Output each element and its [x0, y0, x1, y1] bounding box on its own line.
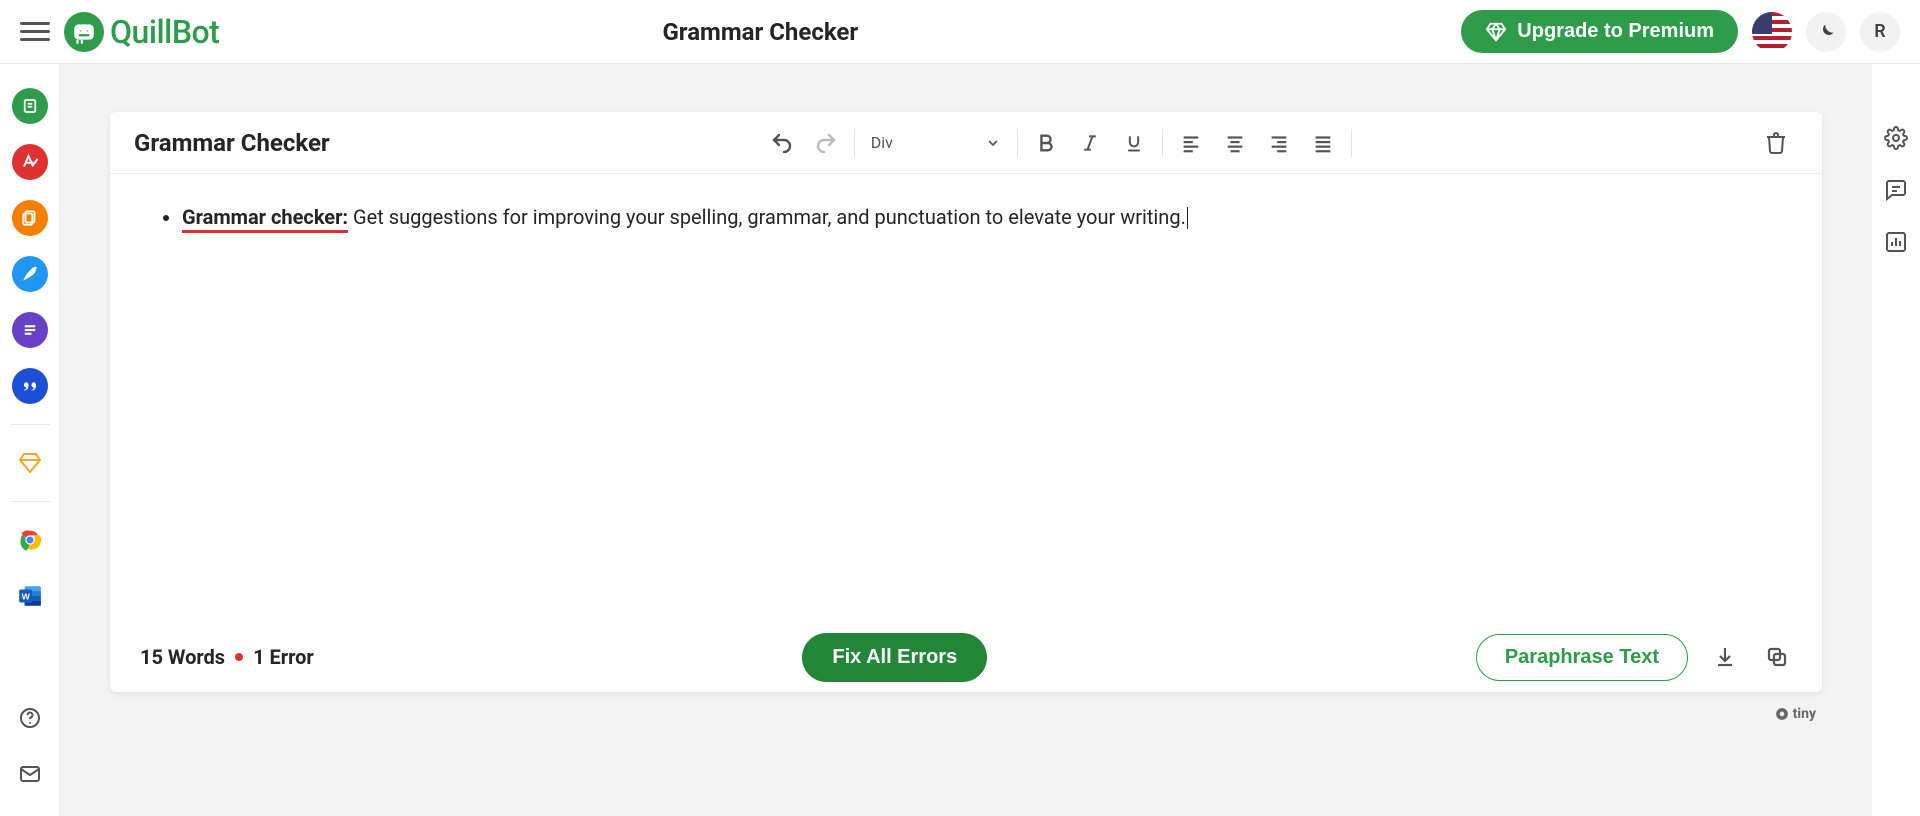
editor-textarea[interactable]: Grammar checker: Get suggestions for imp…	[110, 174, 1822, 622]
copy-button[interactable]	[1762, 642, 1792, 672]
word-count: 15 Words	[140, 645, 225, 669]
language-flag-button[interactable]	[1752, 12, 1792, 52]
chrome-extension-icon[interactable]	[12, 522, 48, 558]
underline-button[interactable]	[1112, 121, 1156, 165]
top-header: QuillBot Grammar Checker Upgrade to Prem…	[0, 0, 1920, 64]
paraphrase-text-button[interactable]: Paraphrase Text	[1476, 634, 1688, 681]
summarizer-icon[interactable]	[12, 312, 48, 348]
rail-separator-2	[10, 501, 50, 502]
align-justify-button[interactable]	[1301, 121, 1345, 165]
align-center-button[interactable]	[1213, 121, 1257, 165]
statistics-icon[interactable]	[1882, 228, 1910, 256]
theme-toggle-button[interactable]	[1806, 12, 1846, 52]
contact-mail-icon[interactable]	[12, 756, 48, 792]
plagiarism-icon[interactable]	[12, 200, 48, 236]
diamond-icon	[1485, 21, 1507, 43]
grammar-checker-icon[interactable]	[12, 144, 48, 180]
left-tool-rail: W	[0, 64, 60, 816]
card-title: Grammar Checker	[134, 129, 330, 157]
chevron-down-icon	[985, 135, 1001, 151]
fix-all-errors-button[interactable]: Fix All Errors	[802, 633, 987, 682]
moon-icon	[1816, 22, 1836, 42]
header-actions: Upgrade to Premium R	[1461, 10, 1900, 53]
upgrade-label: Upgrade to Premium	[1517, 20, 1714, 43]
toolbar-separator	[1017, 129, 1018, 157]
menu-hamburger-icon[interactable]	[20, 17, 50, 47]
editor-text: Get suggestions for improving your spell…	[348, 205, 1186, 229]
toolbar-separator	[1351, 129, 1352, 157]
paraphrase-button-label: Paraphrase Text	[1505, 646, 1659, 668]
toolbar-separator	[1162, 129, 1163, 157]
delete-trash-button[interactable]	[1754, 121, 1798, 165]
premium-diamond-icon[interactable]	[12, 445, 48, 481]
error-highlight[interactable]: Grammar checker:	[182, 205, 348, 233]
word-addin-icon[interactable]: W	[12, 578, 48, 614]
redo-button[interactable]	[804, 121, 848, 165]
right-rail	[1872, 64, 1920, 816]
download-button[interactable]	[1710, 642, 1740, 672]
settings-gear-icon[interactable]	[1882, 124, 1910, 152]
italic-button[interactable]	[1068, 121, 1112, 165]
feedback-icon[interactable]	[1882, 176, 1910, 204]
text-cursor	[1187, 207, 1188, 229]
toolbar-separator	[854, 129, 855, 157]
page-title: Grammar Checker	[73, 18, 1447, 46]
block-format-select[interactable]: Div	[861, 125, 1011, 161]
upgrade-premium-button[interactable]: Upgrade to Premium	[1461, 10, 1738, 53]
editor-footer: 15 Words 1 Error Fix All Errors Paraphra…	[110, 622, 1822, 692]
body-layout: W Grammar Checker	[0, 64, 1920, 816]
tiny-icon	[1775, 707, 1789, 721]
tiny-attribution[interactable]: tiny	[1775, 706, 1816, 722]
svg-text:W: W	[21, 591, 30, 601]
align-right-button[interactable]	[1257, 121, 1301, 165]
fix-button-label: Fix All Errors	[832, 646, 957, 668]
footer-stats: 15 Words 1 Error	[140, 645, 314, 669]
error-dot-icon	[235, 653, 243, 661]
cowriter-icon[interactable]	[12, 256, 48, 292]
citation-icon[interactable]	[12, 368, 48, 404]
rail-separator	[10, 424, 50, 425]
help-icon[interactable]	[12, 700, 48, 736]
avatar-button[interactable]: R	[1860, 12, 1900, 52]
tiny-label: tiny	[1793, 706, 1816, 722]
paraphraser-icon[interactable]	[12, 88, 48, 124]
main-area: Grammar Checker Div	[60, 64, 1872, 816]
editor-toolbar: Grammar Checker Div	[110, 112, 1822, 174]
editor-card: Grammar Checker Div	[110, 112, 1822, 692]
block-format-value: Div	[871, 133, 893, 152]
align-left-button[interactable]	[1169, 121, 1213, 165]
avatar-initial: R	[1874, 21, 1885, 42]
error-count: 1 Error	[253, 645, 314, 669]
bold-button[interactable]	[1024, 121, 1068, 165]
undo-button[interactable]	[760, 121, 804, 165]
